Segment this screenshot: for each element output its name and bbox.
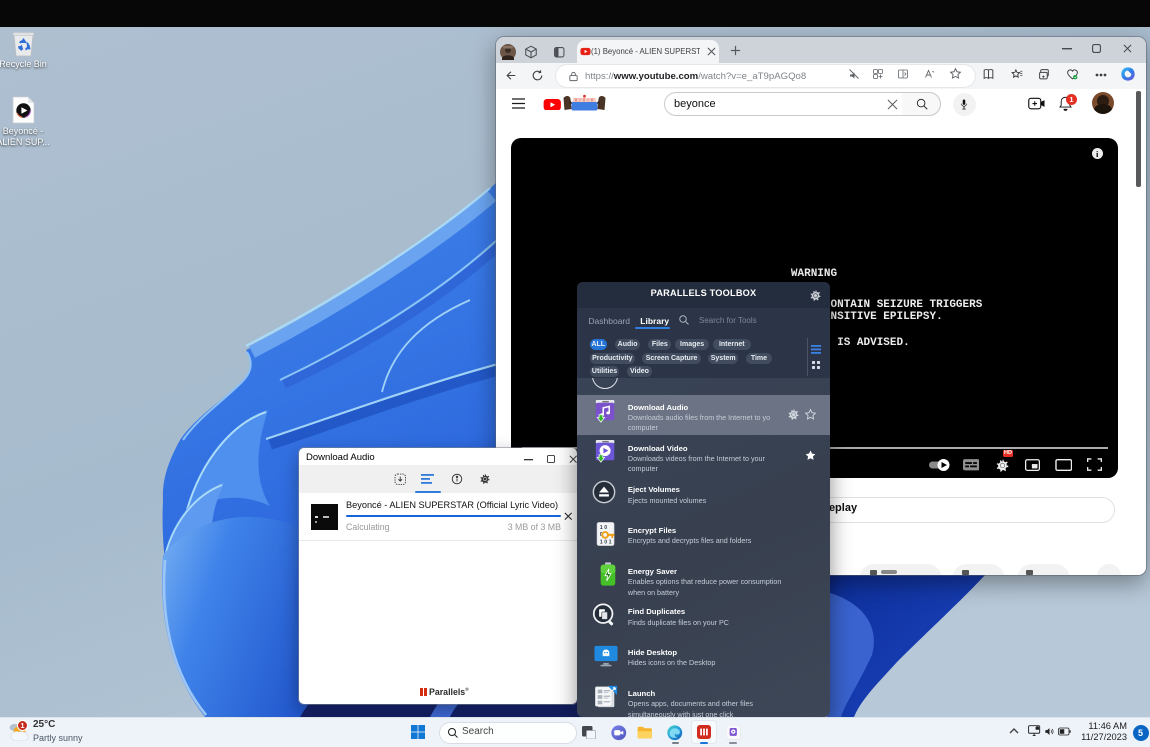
svg-text:1 0: 1 0 <box>600 525 607 531</box>
svg-text:1 0 1: 1 0 1 <box>600 539 612 545</box>
